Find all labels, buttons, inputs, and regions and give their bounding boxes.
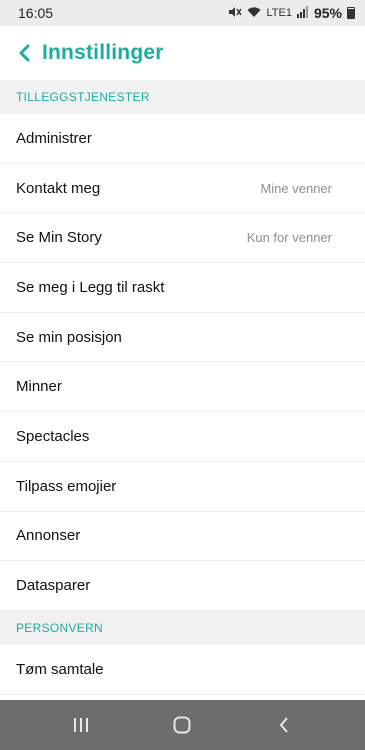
- setting-row-tom-samtale[interactable]: Tøm samtale: [0, 645, 365, 695]
- setting-value: Kun for venner: [246, 230, 332, 246]
- setting-label: Se Min Story: [16, 229, 102, 247]
- setting-label: Annonser: [16, 527, 81, 545]
- setting-label: Minner: [16, 378, 62, 396]
- network-type: LTE1: [266, 7, 292, 19]
- section-header-tilleggstjenester: TILLEGGSTJENESTER: [0, 80, 365, 114]
- setting-label: Se min posisjon: [16, 328, 122, 346]
- back-chevron-icon[interactable]: [12, 41, 36, 65]
- setting-label: Tilpass emojier: [16, 477, 117, 495]
- settings-list: TILLEGGSTJENESTER Administrer Kontakt me…: [0, 80, 365, 700]
- setting-row-datasparer[interactable]: Datasparer: [0, 561, 365, 611]
- setting-row-administrer[interactable]: Administrer: [0, 114, 365, 164]
- setting-label: Datasparer: [16, 577, 91, 595]
- setting-row-se-min-story[interactable]: Se Min Story Kun for venner: [0, 213, 365, 264]
- android-nav-bar: [0, 700, 365, 750]
- signal-icon: [296, 5, 309, 21]
- setting-row-minner[interactable]: Minner: [0, 362, 365, 413]
- section-header-personvern: PERSONVERN: [0, 610, 365, 645]
- battery-icon: [347, 7, 355, 19]
- battery-percent: 95%: [313, 5, 342, 21]
- setting-value: Mine venner: [260, 180, 332, 196]
- setting-row-tilpass-emojier[interactable]: Tilpass emojier: [0, 462, 365, 512]
- back-icon[interactable]: [264, 705, 304, 745]
- wifi-icon: [247, 6, 261, 21]
- recent-apps-icon[interactable]: [61, 705, 101, 745]
- setting-row-legg-til-raskt[interactable]: Se meg i Legg til raskt: [0, 263, 365, 313]
- setting-label: Tøm samtale: [16, 660, 104, 678]
- status-icons: LTE1 95%: [228, 5, 355, 21]
- mute-icon: [228, 6, 243, 21]
- setting-row-se-min-posisjon[interactable]: Se min posisjon: [0, 313, 365, 363]
- setting-label: Kontakt meg: [16, 179, 101, 197]
- setting-label: Se meg i Legg til raskt: [16, 278, 165, 296]
- status-bar: 16:05 LTE1 95%: [0, 0, 365, 26]
- home-icon[interactable]: [162, 705, 202, 745]
- app-header: Innstillinger: [0, 26, 365, 80]
- setting-row-kontakt-meg[interactable]: Kontakt meg Mine venner: [0, 164, 365, 214]
- setting-label: Spectacles: [16, 427, 90, 445]
- page-title: Innstillinger: [42, 41, 164, 64]
- status-time: 16:05: [18, 5, 54, 21]
- setting-label: Administrer: [16, 129, 92, 147]
- setting-row-spectacles[interactable]: Spectacles: [0, 412, 365, 462]
- setting-row-annonser[interactable]: Annonser: [0, 512, 365, 562]
